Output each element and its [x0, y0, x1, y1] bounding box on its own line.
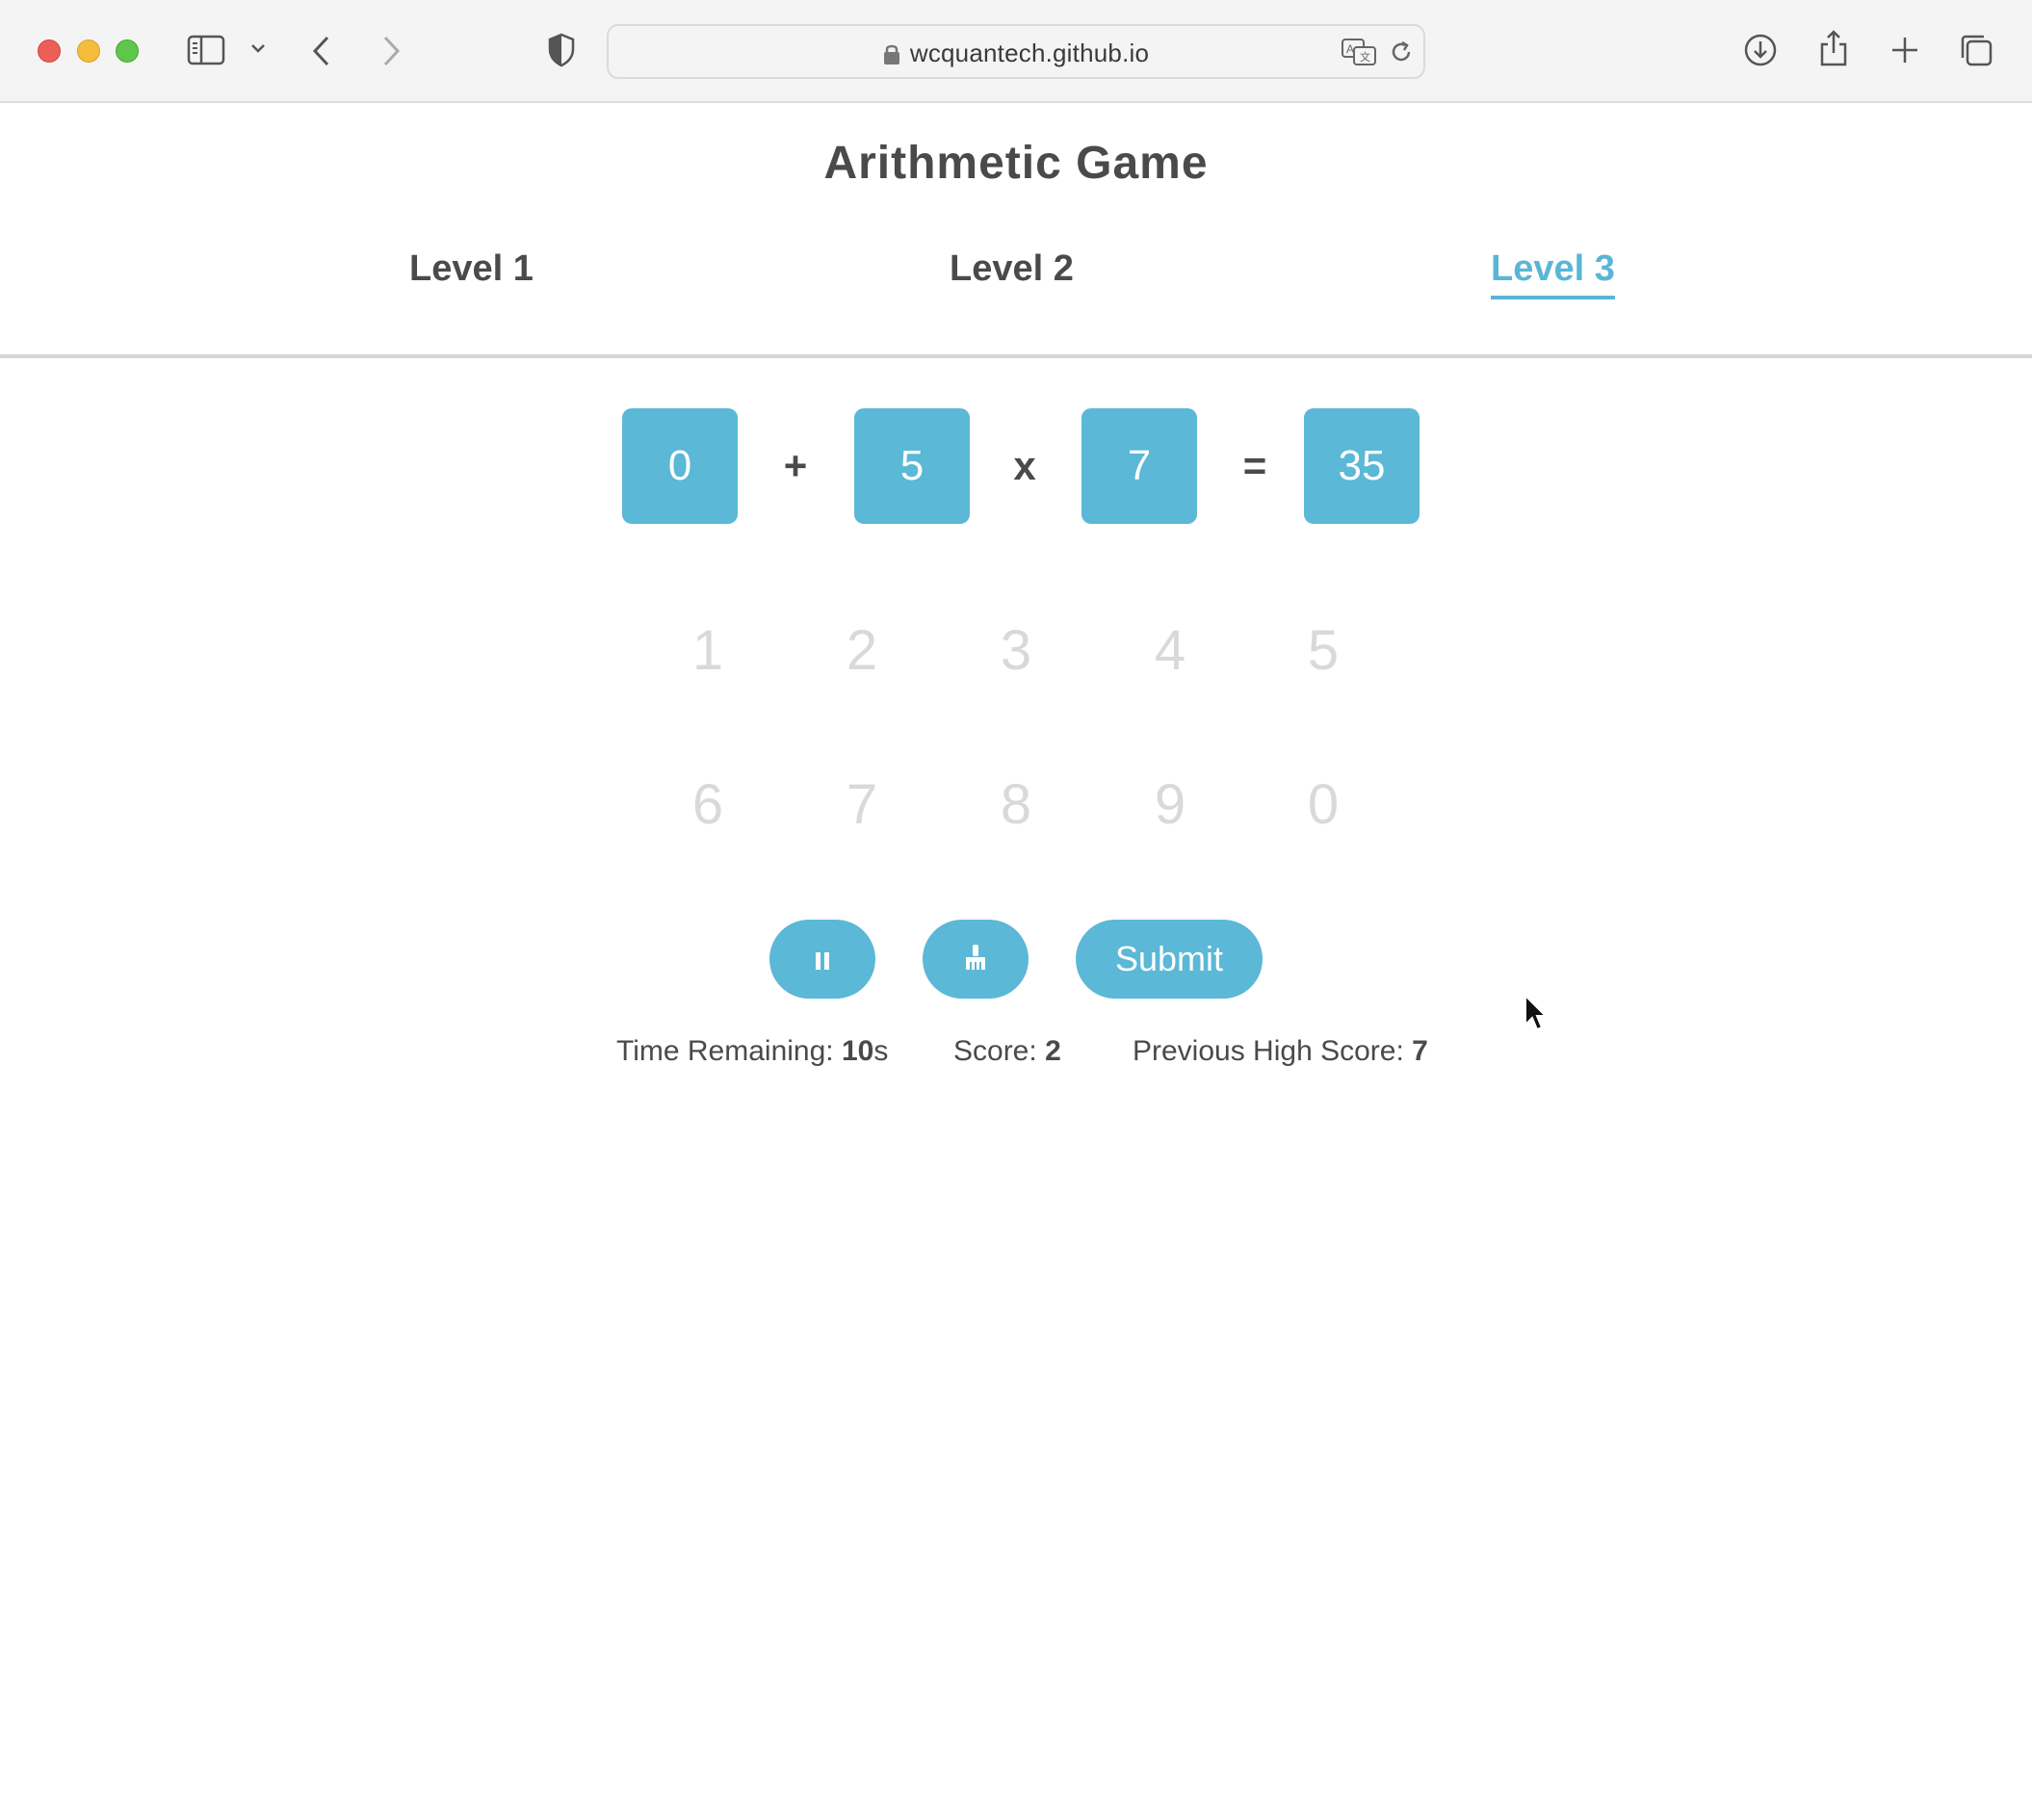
downloads-icon[interactable]: [1743, 33, 1778, 67]
operand-a-tile[interactable]: 0: [622, 408, 738, 524]
previous-high-score: Previous High Score: 7: [1133, 1035, 1428, 1074]
share-icon[interactable]: [1818, 29, 1849, 67]
time-remaining-label: Time Remaining:: [616, 1035, 834, 1067]
level-tabs: Level 1 Level 2 Level 3: [0, 248, 2032, 306]
page-title: Arithmetic Game: [823, 138, 1209, 189]
reload-icon[interactable]: [1389, 39, 1414, 65]
operand-c-tile[interactable]: 7: [1081, 408, 1197, 524]
url-text: wcquantech.github.io: [909, 39, 1150, 67]
keypad-key-5[interactable]: 5: [1280, 607, 1367, 693]
translate-icon[interactable]: A文: [1341, 37, 1377, 67]
keypad-key-3[interactable]: 3: [973, 607, 1059, 693]
keypad-key-6[interactable]: 6: [664, 761, 751, 847]
svg-text:文: 文: [1360, 50, 1370, 64]
operator-plus: +: [783, 443, 808, 488]
browser-toolbar: wcquantech.github.io A文: [0, 0, 2032, 103]
lock-icon: [883, 42, 900, 65]
tab-level-2[interactable]: Level 2: [950, 248, 1074, 296]
pause-icon: [815, 939, 830, 979]
time-remaining-value: 10: [841, 1035, 874, 1067]
tab-overview-icon[interactable]: [1959, 33, 1993, 67]
high-score-label: Previous High Score:: [1133, 1035, 1404, 1067]
sidebar-icon[interactable]: [187, 35, 225, 65]
close-window-button[interactable]: [38, 39, 61, 63]
keypad-key-1[interactable]: 1: [664, 607, 751, 693]
new-tab-icon[interactable]: [1889, 35, 1920, 65]
score-value: 2: [1045, 1035, 1061, 1067]
operand-b-tile[interactable]: 5: [854, 408, 970, 524]
time-remaining: Time Remaining: 10s: [616, 1035, 888, 1074]
pause-button[interactable]: [769, 920, 875, 999]
keypad-key-2[interactable]: 2: [819, 607, 905, 693]
operator-equals: =: [1242, 443, 1267, 488]
tab-level-1[interactable]: Level 1: [409, 248, 534, 296]
tab-level-3[interactable]: Level 3: [1491, 248, 1615, 299]
tabs-divider: [0, 354, 2032, 358]
svg-text:A: A: [1346, 42, 1354, 56]
keypad-key-0[interactable]: 0: [1280, 761, 1367, 847]
submit-button[interactable]: Submit: [1076, 920, 1263, 999]
forward-icon[interactable]: [379, 35, 403, 67]
chevron-down-icon[interactable]: [250, 42, 266, 54]
zoom-window-button[interactable]: [116, 39, 139, 63]
high-score-value: 7: [1412, 1035, 1428, 1067]
back-icon[interactable]: [310, 35, 333, 67]
operator-times: x: [1013, 443, 1036, 488]
clear-button[interactable]: [923, 920, 1029, 999]
address-bar[interactable]: wcquantech.github.io A文: [607, 24, 1425, 79]
result-tile: 35: [1304, 408, 1420, 524]
privacy-shield-icon[interactable]: [547, 33, 576, 67]
broom-icon: [963, 939, 988, 979]
minimize-window-button[interactable]: [77, 39, 100, 63]
score-label: Score:: [953, 1035, 1037, 1067]
keypad-key-9[interactable]: 9: [1127, 761, 1213, 847]
keypad-key-7[interactable]: 7: [819, 761, 905, 847]
mouse-cursor-icon: [1524, 993, 1549, 1037]
score: Score: 2: [953, 1035, 1061, 1074]
keypad-key-8[interactable]: 8: [973, 761, 1059, 847]
keypad-key-4[interactable]: 4: [1127, 607, 1213, 693]
time-remaining-unit: s: [873, 1035, 889, 1067]
